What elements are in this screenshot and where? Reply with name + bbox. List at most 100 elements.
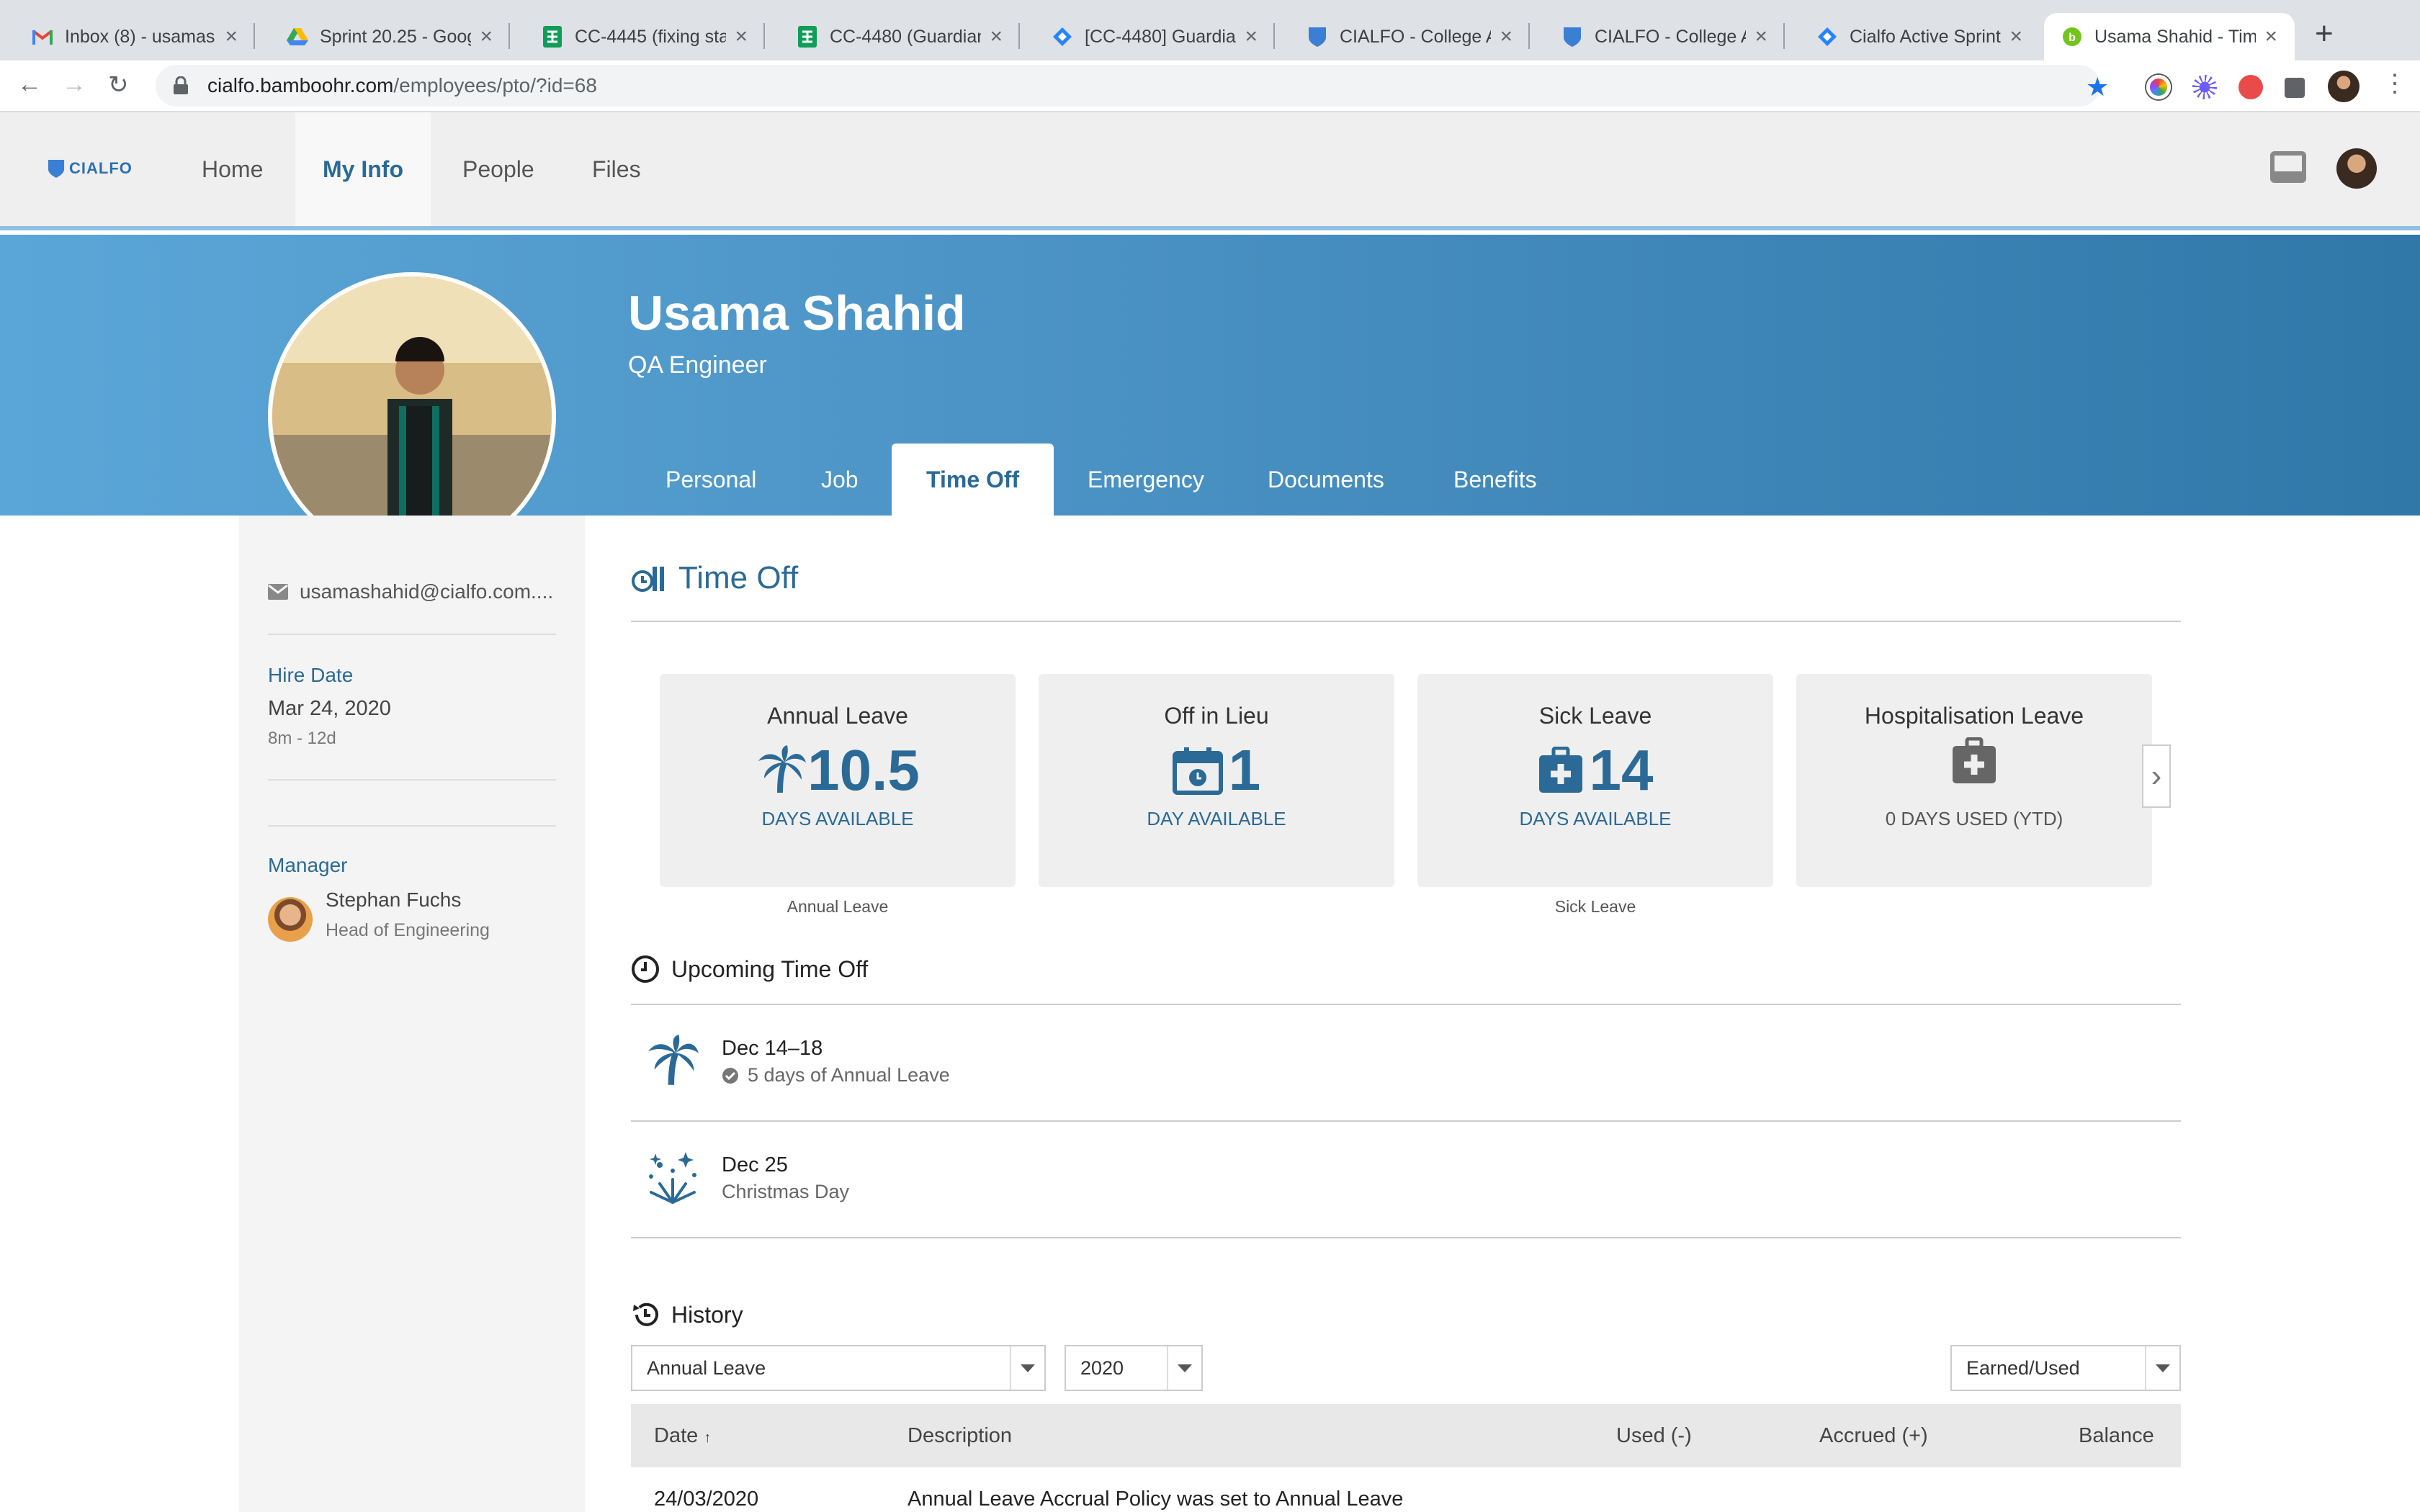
chevron-down-icon	[2145, 1346, 2179, 1390]
upcoming-time-off-heading: Upcoming Time Off	[631, 955, 868, 984]
cialfo-logo[interactable]: CIALFO	[48, 158, 133, 179]
tab-personal[interactable]: Personal	[631, 444, 791, 516]
cialfo-icon	[1561, 26, 1583, 48]
new-tab-button[interactable]: +	[2315, 16, 2334, 52]
tab-documents[interactable]: Documents	[1233, 444, 1419, 516]
color-picker-extension-icon[interactable]	[2146, 75, 2171, 99]
column-header-date[interactable]: Date ↑	[654, 1424, 711, 1448]
browser-tab-sheet-4445[interactable]: CC-4445 (fixing sta ×	[524, 13, 765, 60]
close-tab-icon[interactable]: ×	[1245, 24, 1258, 49]
svg-text:b: b	[2069, 32, 2076, 44]
nav-people[interactable]: People	[435, 112, 562, 226]
browser-tab-drive[interactable]: Sprint 20.25 - Goog ×	[269, 13, 510, 60]
column-header-description: Description	[908, 1424, 1013, 1447]
browser-tab-jira-4480[interactable]: [CC-4480] Guardia ×	[1034, 13, 1275, 60]
cialfo-shield-icon	[48, 160, 65, 178]
record-extension-icon[interactable]	[2238, 75, 2263, 99]
fireworks-icon	[649, 1152, 696, 1204]
column-header-used: Used (-)	[1616, 1424, 1692, 1447]
nav-my-info[interactable]: My Info	[295, 112, 431, 226]
palm-tree-icon	[758, 745, 807, 793]
employee-name: Usama Shahid	[628, 286, 966, 341]
hire-date-value: Mar 24, 2020	[268, 697, 391, 720]
cialfo-icon	[1307, 26, 1328, 48]
annual-leave-caption: Annual Leave	[786, 897, 889, 916]
inbox-icon[interactable]	[2269, 150, 2308, 184]
tenure-value: 8m - 12d	[268, 729, 336, 748]
history-icon	[633, 1302, 658, 1326]
history-year-select[interactable]: 2020	[1065, 1345, 1203, 1391]
app-header: CIALFO Home My Info People Files	[0, 112, 2420, 230]
back-arrow-icon[interactable]: ←	[17, 71, 42, 99]
close-tab-icon[interactable]: ×	[990, 24, 1003, 49]
history-type-select[interactable]: Annual Leave	[631, 1345, 1046, 1391]
manager-label: Manager	[268, 854, 348, 876]
close-tab-icon[interactable]: ×	[225, 24, 238, 49]
google-drive-icon	[287, 26, 308, 48]
close-tab-icon[interactable]: ×	[735, 24, 748, 49]
lock-icon	[174, 76, 188, 94]
browser-tab-sheet-4480[interactable]: CC-4480 (Guardian ×	[779, 13, 1020, 60]
profile-avatar[interactable]	[2328, 71, 2360, 102]
gmail-icon	[32, 26, 53, 48]
bookmark-star-icon[interactable]: ★	[2086, 72, 2109, 102]
sheets-icon	[797, 26, 818, 48]
manager-name[interactable]: Stephan Fuchs	[326, 888, 461, 912]
jira-icon	[1052, 26, 1073, 48]
column-header-accrued: Accrued (+)	[1819, 1424, 1928, 1447]
manager-title: Head of Engineering	[326, 920, 490, 940]
nav-home[interactable]: Home	[174, 112, 290, 226]
history-row-date: 24/03/2020	[654, 1488, 759, 1511]
close-tab-icon[interactable]: ×	[1500, 24, 1512, 49]
browser-tab-cialfo-2[interactable]: CIALFO - College A ×	[1544, 13, 1785, 60]
employee-job-title: QA Engineer	[628, 351, 767, 379]
nav-files[interactable]: Files	[565, 112, 668, 226]
profile-sidebar: usamashahid@cialfo.com.... Hire Date Mar…	[239, 516, 585, 1512]
sort-ascending-icon: ↑	[704, 1430, 712, 1446]
tab-emergency[interactable]: Emergency	[1053, 444, 1239, 516]
close-tab-icon[interactable]: ×	[2009, 24, 2022, 49]
close-tab-icon[interactable]: ×	[1754, 24, 1767, 49]
close-tab-icon[interactable]: ×	[480, 24, 493, 49]
history-mode-select[interactable]: Earned/Used	[1950, 1345, 2181, 1391]
user-avatar[interactable]	[2336, 148, 2377, 189]
tab-job[interactable]: Job	[786, 444, 893, 516]
sick-leave-card[interactable]: Sick Leave 14 DAYS AVAILABLE	[1417, 674, 1773, 887]
browser-tab-jira-sprint[interactable]: Cialfo Active Sprint ×	[1799, 13, 2040, 60]
forward-arrow-icon[interactable]: →	[62, 71, 86, 99]
annual-leave-card[interactable]: Annual Leave 10.5 DAYS AVAILABLE	[660, 674, 1016, 887]
browser-tab-bamboohr[interactable]: b Usama Shahid - Tim ×	[2044, 13, 2295, 60]
browser-tab-cialfo-1[interactable]: CIALFO - College A ×	[1289, 13, 1530, 60]
browser-tab-strip: Inbox (8) - usamash × Sprint 20.25 - Goog…	[0, 0, 2420, 60]
browser-tab-gmail[interactable]: Inbox (8) - usamash ×	[14, 13, 255, 60]
reload-icon[interactable]: ↻	[108, 71, 129, 99]
tab-time-off[interactable]: Time Off	[892, 444, 1054, 516]
medical-kit-icon	[1953, 737, 1996, 783]
bamboohr-icon: b	[2061, 26, 2083, 48]
close-tab-icon[interactable]: ×	[2264, 24, 2277, 49]
browser-menu-icon[interactable]: ⋮	[2383, 69, 2407, 98]
off-in-lieu-card[interactable]: Off in Lieu 1 DAY AVAILABLE	[1039, 674, 1394, 887]
palm-tree-icon	[648, 1035, 699, 1085]
chevron-down-icon	[1010, 1346, 1044, 1390]
calendar-icon	[1172, 747, 1223, 795]
history-heading: History	[631, 1300, 743, 1329]
approved-check-icon	[722, 1067, 738, 1084]
clock-icon	[632, 955, 659, 983]
extensions-puzzle-icon[interactable]	[2285, 78, 2305, 98]
employee-email[interactable]: usamashahid@cialfo.com....	[268, 580, 553, 603]
upcoming-holiday-date: Dec 25	[722, 1153, 788, 1176]
address-bar[interactable]: cialfo.bamboohr.com/employees/pto/?id=68	[156, 65, 2100, 107]
history-table-header: Date ↑ Description Used (-) Accrued (+) …	[631, 1404, 2181, 1467]
time-off-heading: Time Off	[631, 560, 798, 596]
sparkle-extension-icon[interactable]	[2192, 75, 2217, 99]
manager-avatar[interactable]	[268, 897, 313, 942]
tab-benefits[interactable]: Benefits	[1419, 444, 1572, 516]
column-header-balance: Balance	[2079, 1424, 2154, 1447]
upcoming-item-description: 5 days of Annual Leave	[722, 1064, 950, 1086]
upcoming-holiday-name: Christmas Day	[722, 1181, 850, 1202]
upcoming-item-date: Dec 14–18	[722, 1037, 823, 1060]
medical-kit-icon	[1538, 747, 1582, 793]
hospitalisation-leave-card[interactable]: Hospitalisation Leave 0 DAYS USED (YTD)	[1796, 674, 2152, 887]
carousel-next-chevron-icon[interactable]: ›	[2142, 744, 2171, 808]
